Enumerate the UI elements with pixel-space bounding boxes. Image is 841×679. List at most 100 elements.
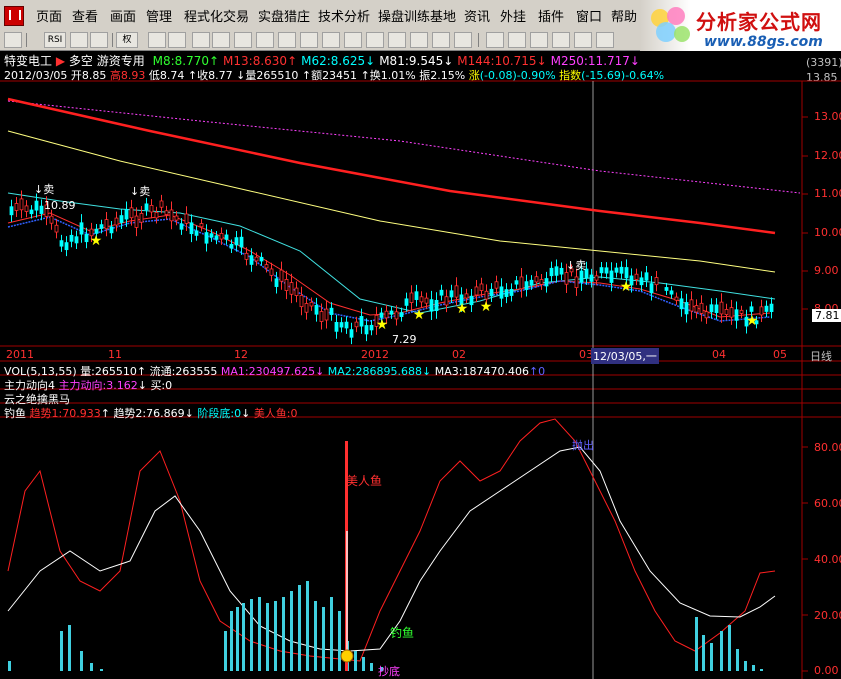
check-icon[interactable] (234, 32, 252, 48)
gear-icon[interactable] (278, 32, 296, 48)
channel-tool-icon[interactable] (552, 32, 570, 48)
glasses-icon[interactable] (168, 32, 186, 48)
fan-tool-icon[interactable] (596, 32, 614, 48)
arrows-icon[interactable] (90, 32, 108, 48)
layout4-icon[interactable] (410, 32, 428, 48)
candle-body (109, 226, 114, 234)
menu-page[interactable]: 页面 (36, 6, 62, 25)
candle-body (474, 286, 479, 296)
layout1-icon[interactable] (344, 32, 362, 48)
menu-tech-analysis[interactable]: 技术分析 (318, 6, 370, 25)
star-marker: ★ (376, 317, 389, 333)
candle-body (254, 256, 259, 262)
menu-addons[interactable]: 插件 (538, 6, 564, 25)
line-tool-icon[interactable] (508, 32, 526, 48)
pen-icon[interactable] (322, 32, 340, 48)
candle-body (204, 232, 209, 244)
candle-body (714, 304, 719, 314)
layout6-icon[interactable] (454, 32, 472, 48)
candle-body (494, 281, 499, 289)
fish-histogram-bar (314, 601, 317, 671)
logo-flower-icon (651, 7, 690, 42)
time-tick: 05 (773, 348, 787, 361)
menu-live-hunt[interactable]: 实盘猎庄 (258, 6, 310, 25)
fish-histogram-bar (282, 597, 285, 671)
candle-body (289, 282, 294, 295)
price-tick: 9.00 (814, 264, 839, 277)
candle-body (249, 255, 254, 265)
candle-body (269, 268, 274, 276)
candle-body (539, 279, 544, 285)
candle-body (479, 283, 484, 291)
candle-body (419, 296, 424, 303)
grid-icon[interactable] (212, 32, 230, 48)
fish-histogram-bar (298, 585, 301, 671)
open-icon[interactable] (4, 32, 22, 48)
candle-body (29, 209, 34, 215)
logo-title: 分析家公式网 (696, 10, 822, 34)
fish-histogram-bar (710, 643, 713, 671)
period-label[interactable]: 日线 (810, 348, 832, 364)
menu-view[interactable]: 查看 (72, 6, 98, 25)
candle-body (24, 205, 29, 212)
candle-body (524, 281, 529, 290)
move-icon[interactable] (70, 32, 88, 48)
rsi-button[interactable]: RSI (44, 32, 66, 48)
chart-area[interactable]: 特变电工 ▶ 多空 游资专用 M8:8.770↑ M13:8.630↑ M62:8.… (0, 51, 841, 679)
star-marker: ★ (413, 307, 426, 323)
candle-body (59, 240, 64, 247)
candle-body (304, 303, 309, 313)
candle-body (529, 279, 534, 286)
fish-histogram-bar (338, 611, 341, 671)
menu-screen[interactable]: 画面 (110, 6, 136, 25)
candle-body (224, 234, 229, 240)
search-icon[interactable] (256, 32, 274, 48)
candle-body (699, 302, 704, 314)
ray-tool-icon[interactable] (530, 32, 548, 48)
candle-body (409, 292, 414, 303)
candle-body (664, 287, 669, 291)
candle-body (599, 267, 604, 274)
fish-histogram-bar (100, 669, 103, 671)
fish-histogram-bar (230, 611, 233, 671)
fish-annotation: 钓鱼 (390, 626, 415, 640)
fish-histogram-bar (242, 603, 245, 671)
record-icon[interactable] (148, 32, 166, 48)
stack-icon[interactable] (192, 32, 210, 48)
candle-body (334, 322, 339, 332)
menu-news[interactable]: 资讯 (464, 6, 490, 25)
menu-manage[interactable]: 管理 (146, 6, 172, 25)
menu-window[interactable]: 窗口 (576, 6, 602, 25)
rights-button[interactable]: 权 (116, 32, 138, 48)
menu-plugin-ext[interactable]: 外挂 (500, 6, 526, 25)
menu-program-trade[interactable]: 程式化交易 (184, 6, 249, 25)
candle-body (429, 299, 434, 312)
candle-body (49, 215, 54, 224)
layout5-icon[interactable] (432, 32, 450, 48)
candle-body (84, 234, 89, 243)
mermaid-spike-inner (346, 531, 348, 651)
candle-body (484, 290, 489, 300)
cursor-icon[interactable] (486, 32, 504, 48)
logo-url: www.88gs.com (704, 34, 823, 50)
mermaid-annotation: 美人鱼 (346, 474, 383, 488)
fish-histogram-bar (290, 591, 293, 671)
fish-tick: 20.00 (814, 609, 841, 622)
fish-histogram-bar (266, 603, 269, 671)
fish-histogram-bar (306, 581, 309, 671)
candle-body (64, 242, 69, 251)
fib-tool-icon[interactable] (574, 32, 592, 48)
layout3-icon[interactable] (388, 32, 406, 48)
menu-help[interactable]: 帮助 (611, 6, 637, 25)
ma13-line (7, 212, 771, 318)
candle-body (654, 277, 659, 286)
alarm-icon[interactable] (300, 32, 318, 48)
candle-body (594, 275, 599, 281)
candle-body (394, 311, 399, 320)
app-icon[interactable] (4, 6, 24, 26)
candle-body (509, 288, 514, 296)
menu-training[interactable]: 操盘训练基地 (378, 6, 456, 25)
candle-body (9, 206, 14, 216)
candle-body (619, 266, 624, 274)
layout2-icon[interactable] (366, 32, 384, 48)
